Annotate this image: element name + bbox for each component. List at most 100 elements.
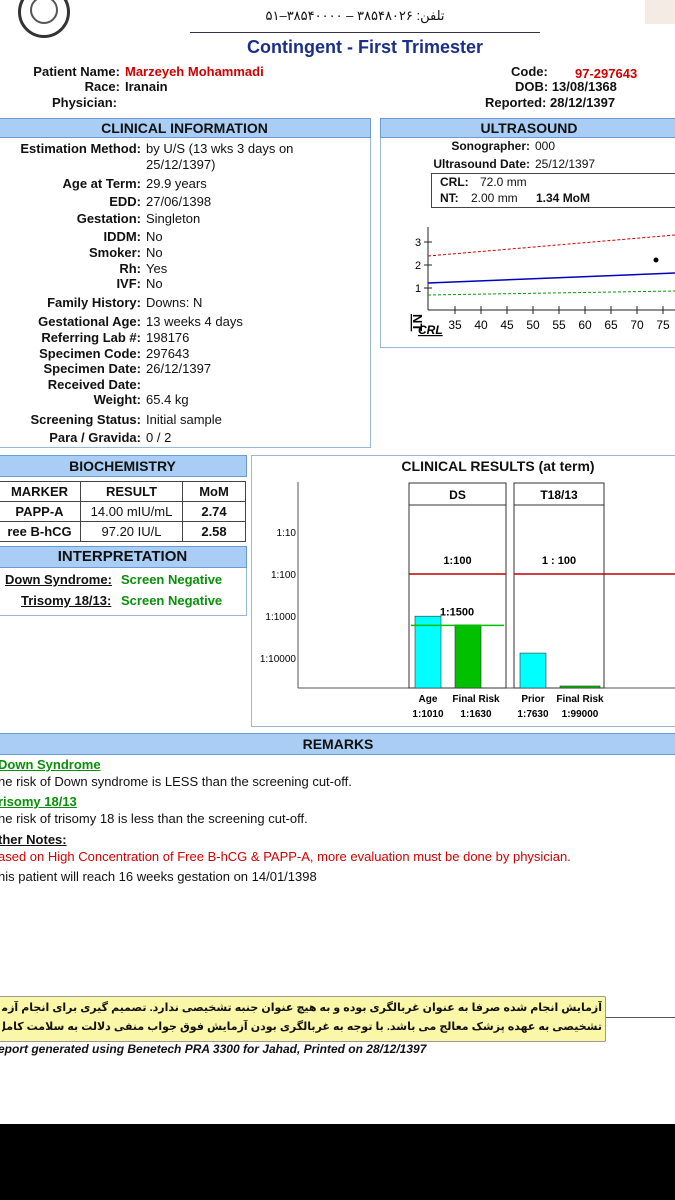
clinical-row: Specimen Code: 297643: [0, 346, 189, 362]
clinical-row-label: IDDM:: [103, 229, 141, 244]
risk-bar: [414, 615, 442, 689]
dob: DOB: 13/08/1368: [515, 79, 617, 94]
risk-group-title: DS: [449, 488, 466, 502]
clinical-row-label: Referring Lab #:: [41, 330, 141, 345]
patient-name-label: Patient Name:: [33, 64, 120, 79]
table-row: PAPP-A 14.00 mIU/mL 2.74: [0, 501, 246, 522]
clinical-row: Specimen Date: 26/12/1397: [0, 361, 211, 377]
risk-y-tick: 1:100: [271, 570, 296, 581]
clinical-row-label: Smoker:: [88, 245, 141, 260]
risk-bar: [454, 624, 482, 689]
result-cell: 14.00 mIU/mL: [80, 501, 183, 522]
crl-x-tick: 45: [500, 318, 514, 332]
clinical-row-value: 0 / 2: [146, 430, 172, 445]
nt-mom: 1.34 MoM: [536, 191, 591, 205]
clinical-row: Weight: 65.4 kg: [0, 392, 189, 408]
risk-bar-label: Final Risk: [556, 694, 604, 705]
ds-risk-label: 1:1500: [440, 606, 474, 618]
patient-block: Patient Name: Marzeyeh Mohammadi Race: I…: [0, 64, 675, 112]
mom-cell: 2.58: [182, 521, 246, 542]
mom-cell: 2.74: [182, 501, 246, 522]
col-mom: MoM: [182, 481, 246, 502]
crl-value: 72.0 mm: [480, 175, 527, 189]
ultrasound-header: ULTRASOUND: [380, 118, 675, 138]
trisomy-label: Trisomy 18/13:: [21, 593, 112, 608]
clinical-row-label: Received Date:: [47, 377, 141, 392]
clinical-row-label: Estimation Method:: [20, 141, 141, 156]
risk-bar-label: Final Risk: [452, 694, 500, 705]
crl-x-tick: 35: [448, 318, 462, 332]
nt-crl-chart: 12335 40 45 50 55 60 65 70 75 NT CRL: [410, 227, 675, 337]
clinical-row: Age at Term: 29.9 years: [0, 176, 207, 192]
clinical-row-label: Screening Status:: [30, 412, 141, 427]
crl-x-tick: 75: [656, 318, 670, 332]
interpretation-header: INTERPRETATION: [0, 546, 247, 568]
risk-bar-label: Prior: [521, 694, 544, 705]
clinical-row: Family History: Downs: N: [0, 295, 202, 311]
clinical-row-label: Gestational Age:: [38, 314, 141, 329]
clinical-row: 25/12/1397): [0, 157, 215, 173]
risk-bar-value: 1:1630: [460, 709, 492, 720]
clinical-row: Estimation Method: by U/S (13 wks 3 days …: [0, 141, 293, 157]
crl-x-tick: 55: [552, 318, 566, 332]
sonographer-label: Sonographer:: [451, 139, 530, 153]
marker-cell: ree B-hCG: [0, 521, 81, 542]
clinical-row-label: Age at Term:: [62, 176, 142, 191]
trisomy-remark-title: risomy 18/13: [0, 794, 77, 809]
trisomy-remark-text: he risk of trisomy 18 is less than the s…: [0, 811, 308, 826]
crl-x-tick: 70: [630, 318, 644, 332]
risk-bar: [559, 685, 601, 689]
footer-rule: [606, 1017, 675, 1018]
decorative-corner: [645, 0, 675, 24]
patient-name: Marzeyeh Mohammadi: [125, 64, 264, 79]
report-generated-note: eport generated using Benetech PRA 3300 …: [0, 1042, 427, 1056]
table-header-row: MARKER RESULT MoM: [0, 481, 246, 502]
nt-median-line: [427, 272, 675, 284]
code-label: Code:: [511, 64, 548, 79]
cutoff-label: 1:100: [443, 555, 471, 567]
risk-y-tick: 1:1000: [265, 612, 296, 623]
crl-x-tick: 60: [578, 318, 592, 332]
nt-y-tick: 1: [415, 283, 421, 295]
clinical-row: Gestational Age: 13 weeks 4 days: [0, 314, 243, 330]
cutoff-label: 1 : 100: [542, 555, 576, 567]
marker-cell: PAPP-A: [0, 501, 81, 522]
clinical-row-value: Yes: [146, 261, 168, 276]
clinical-row-value: 27/06/1398: [146, 194, 212, 209]
clinical-row-label: IVF:: [116, 276, 141, 291]
down-syndrome-label: Down Syndrome:: [5, 572, 112, 587]
nt-upper-line: [427, 234, 675, 257]
crl-axis-label: CRL: [418, 323, 443, 337]
nt-y-tick: 3: [415, 237, 421, 249]
ds-remark-title: Down Syndrome: [0, 757, 101, 772]
clinical-row: EDD: 27/06/1398: [0, 194, 211, 210]
physician-label: Physician:: [51, 95, 117, 110]
reported-date: Reported: 28/12/1397: [485, 95, 616, 110]
clinical-row: IVF: No: [0, 276, 162, 292]
clinical-row: Received Date:: [0, 377, 146, 393]
clinical-row-value: No: [146, 229, 163, 244]
risk-bar: [519, 652, 547, 689]
crl-x-tick: 50: [526, 318, 540, 332]
footer-disclaimer-line1: آزمایش انجام شده صرفا به عنوان غربالگری …: [2, 1002, 602, 1014]
us-date-value: 25/12/1397: [535, 157, 596, 171]
down-syndrome-result: Screen Negative: [121, 572, 223, 587]
race-value: Iranain: [125, 79, 168, 94]
clinical-row-label: Specimen Date:: [43, 361, 141, 376]
clinical-row-label: Rh:: [119, 261, 141, 276]
nt-y-tick: 2: [415, 260, 421, 272]
clinical-row: Referring Lab #: 198176: [0, 330, 189, 346]
nt-patient-point: [653, 257, 659, 263]
risk-group-title: T18/13: [540, 488, 578, 502]
clinical-row-label: Weight:: [93, 392, 141, 407]
clinical-row: Gestation: Singleton: [0, 211, 201, 227]
risk-bar-label: Age: [419, 694, 438, 705]
clinical-row-value: Initial sample: [146, 412, 222, 427]
report-title: Contingent - First Trimester: [246, 37, 484, 57]
crl-label: CRL:: [440, 175, 469, 189]
result-cell: 97.20 IU/L: [80, 521, 183, 542]
remarks-header: REMARKS: [0, 733, 675, 755]
risk-bar-value: 1:99000: [562, 709, 599, 720]
phone-line: تلفن: ۳۸۵۴۸۰۲۶ – ۳۸۵۴۰۰۰۰–۵۱: [265, 8, 445, 23]
risk-y-tick: 1:10000: [260, 654, 297, 665]
